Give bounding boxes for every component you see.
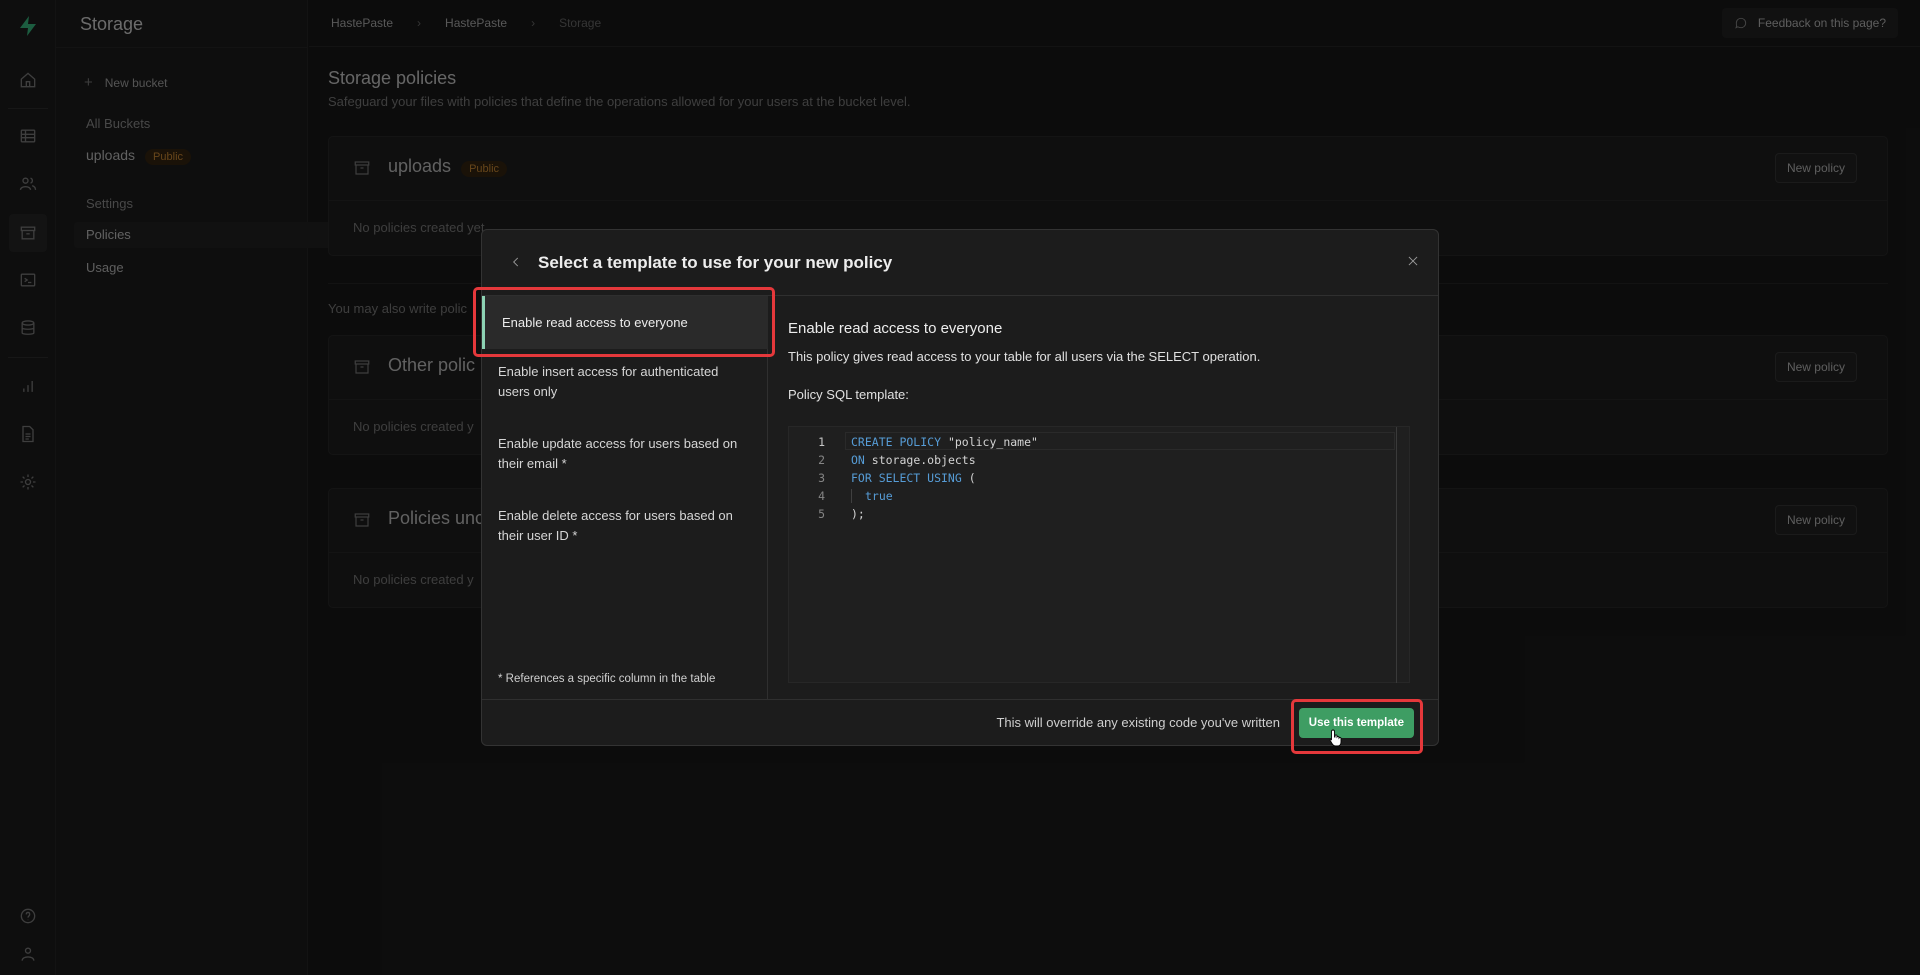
editor-scrollbar[interactable]	[1396, 427, 1397, 683]
code-line: 3 FOR SELECT USING (	[789, 469, 1038, 487]
chevron-left-icon	[513, 257, 519, 267]
line-number: 5	[818, 507, 825, 521]
hand-cursor-icon	[1329, 729, 1342, 747]
override-warning: This will override any existing code you…	[996, 715, 1280, 730]
code-keyword: true	[851, 489, 893, 503]
code-line: 4 true	[789, 487, 1038, 505]
footnote: * References a specific column in the ta…	[498, 673, 716, 685]
sql-label: Policy SQL template:	[788, 387, 909, 402]
detail-description: This policy gives read access to your ta…	[788, 349, 1261, 364]
code-text: ON storage.objects	[851, 451, 976, 469]
app: Storage + New bucket All Buckets uploads…	[0, 0, 1920, 975]
code-keyword: ON	[851, 453, 865, 467]
close-icon	[1408, 256, 1418, 266]
code-text: );	[851, 507, 865, 521]
code-text: true	[851, 487, 893, 505]
sql-editor[interactable]: 1 CREATE POLICY "policy_name" 2 ON stora…	[788, 426, 1410, 683]
highlight-box-use-button	[1291, 699, 1423, 754]
back-button[interactable]	[506, 252, 526, 272]
code-keyword: FOR SELECT USING	[851, 471, 962, 485]
line-number: 2	[818, 453, 825, 467]
code-rest: storage.objects	[864, 453, 976, 467]
code-line: 2 ON storage.objects	[789, 451, 1038, 469]
code-rest: "policy_name"	[941, 435, 1038, 449]
line-number: 4	[818, 489, 825, 503]
template-item-insert-authenticated[interactable]: Enable insert access for authenticated u…	[482, 362, 768, 402]
code-block: 1 CREATE POLICY "policy_name" 2 ON stora…	[789, 433, 1038, 523]
detail-title: Enable read access to everyone	[788, 320, 1003, 337]
code-text: CREATE POLICY "policy_name"	[851, 433, 1038, 451]
template-item-delete-user-id[interactable]: Enable delete access for users based on …	[482, 506, 768, 546]
code-text: FOR SELECT USING (	[851, 469, 976, 487]
highlight-box-template	[473, 287, 775, 357]
template-item-update-email[interactable]: Enable update access for users based on …	[482, 434, 768, 474]
code-line: 1 CREATE POLICY "policy_name"	[789, 433, 1038, 451]
line-number: 1	[818, 435, 825, 449]
line-number: 3	[818, 471, 825, 485]
code-keyword: CREATE POLICY	[851, 435, 942, 449]
code-rest: (	[961, 471, 976, 485]
code-line: 5 );	[789, 505, 1038, 523]
close-button[interactable]	[1402, 250, 1424, 272]
modal-title: Select a template to use for your new po…	[538, 253, 893, 272]
template-detail: Enable read access to everyone This poli…	[769, 296, 1439, 699]
